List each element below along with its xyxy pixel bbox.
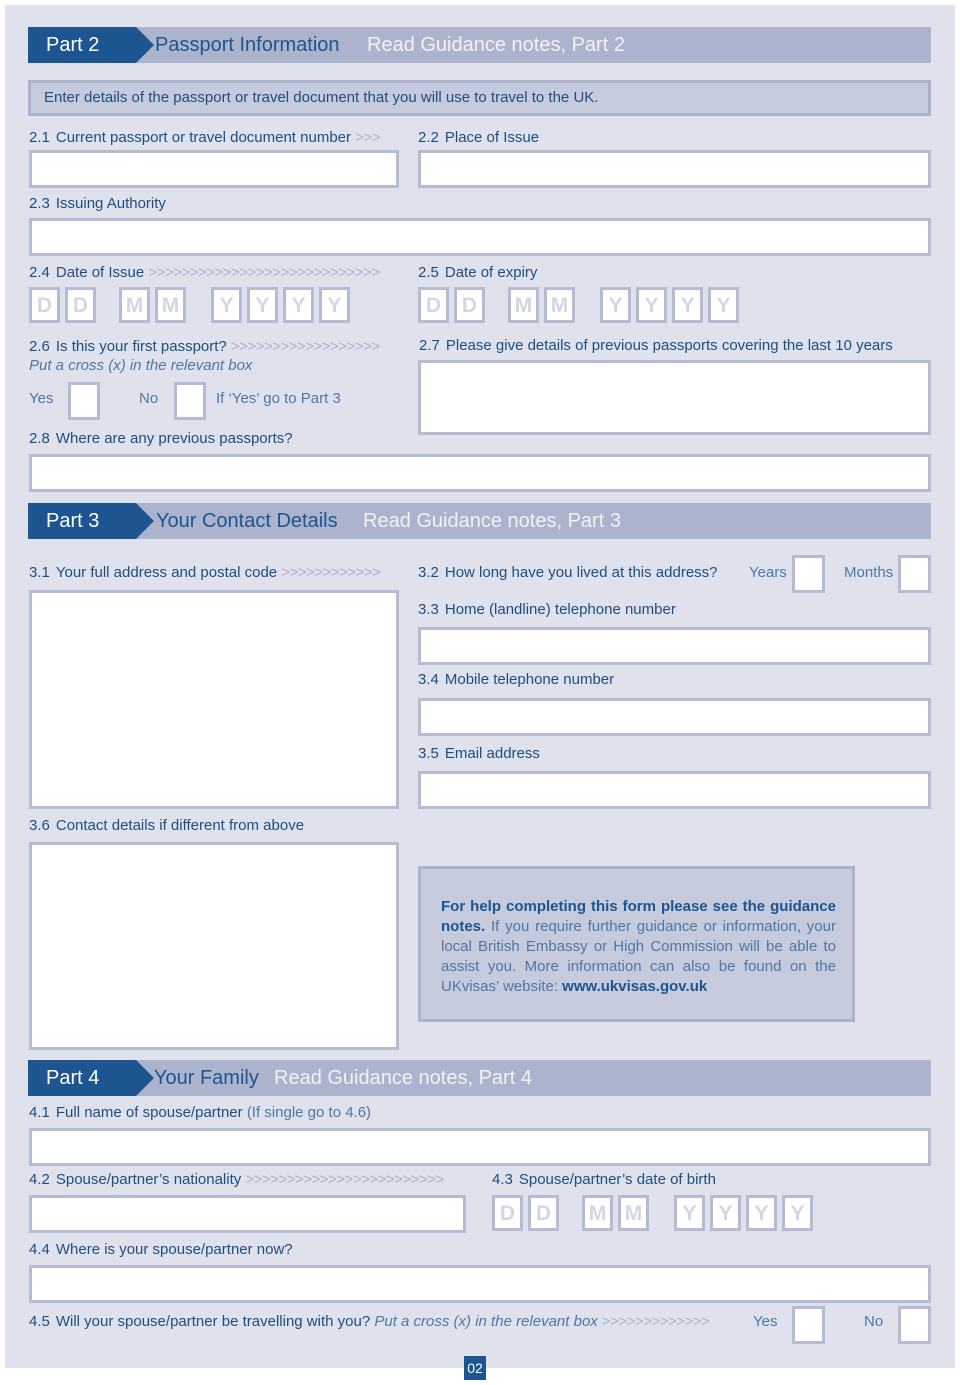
date-digit-box[interactable]: M [618,1195,649,1231]
spouse-travelling-yes-checkbox[interactable] [792,1306,825,1344]
q2-6-note: If ‘Yes’ go to Part 3 [216,390,341,407]
part3-header: Part 3 Your Contact Details Read Guidanc… [28,503,931,539]
q3-5-label: 3.5 Email address [418,745,540,762]
date-digit-box[interactable]: D [454,287,485,323]
first-passport-yes-checkbox[interactable] [68,382,100,420]
spouse-location-input[interactable] [29,1265,931,1303]
mobile-phone-input[interactable] [418,698,931,736]
q3-2-years-label: Years [749,564,787,581]
q2-3-label: 2.3 Issuing Authority [29,195,166,212]
date-digit-box[interactable]: M [544,287,575,323]
date-digit-box[interactable]: M [155,287,186,323]
part4-guidance: Read Guidance notes, Part 4 [274,1067,532,1089]
q2-4-label: 2.4 Date of Issue >>>>>>>>>>>>>>>>>>>>>>>… [29,264,380,281]
part2-tag: Part 2 [28,27,154,63]
months-at-address-input[interactable] [898,555,931,593]
q4-5-no-label: No [864,1313,884,1330]
help-link[interactable]: www.ukvisas.gov.uk [562,978,707,995]
q3-6-label: 3.6 Contact details if different from abo… [29,817,305,834]
date-digit-box[interactable]: Y [247,287,278,323]
date-digit-box[interactable]: Y [710,1195,741,1231]
part4-title: Your Family [154,1067,259,1089]
q2-6-yes-label: Yes [29,390,54,407]
part2-notice: Enter details of the passport or travel … [28,80,931,116]
q4-5-label: 4.5 Will your spouse/partner be travellin… [29,1313,710,1330]
q3-2-label: 3.2 How long have you lived at this addre… [418,564,718,581]
q2-6-instruction: Put a cross (x) in the relevant box [29,357,253,374]
alternate-contact-input[interactable] [29,842,399,1050]
q3-3-label: 3.3 Home (landline) telephone number [418,601,676,618]
date-digit-box[interactable]: D [418,287,449,323]
q2-6-no-label: No [139,390,159,407]
part3-title: Your Contact Details [156,510,338,532]
date-digit-box[interactable]: M [119,287,150,323]
home-phone-input[interactable] [418,627,931,665]
years-at-address-input[interactable] [792,555,825,593]
date-digit-box[interactable]: D [65,287,96,323]
part2-title: Passport Information [155,34,340,56]
date-digit-box[interactable]: M [508,287,539,323]
date-digit-box[interactable]: Y [211,287,242,323]
first-passport-no-checkbox[interactable] [174,382,206,420]
help-box: For help completing this form please see… [418,866,855,1022]
q4-3-label: 4.3 Spouse/partner’s date of birth [492,1171,716,1188]
part2-guidance: Read Guidance notes, Part 2 [367,34,625,56]
date-digit-box[interactable]: D [528,1195,559,1231]
issuing-authority-input[interactable] [29,218,931,256]
address-input[interactable] [29,590,399,809]
passport-number-input[interactable] [29,150,399,188]
date-digit-box[interactable]: D [492,1195,523,1231]
q3-1-label: 3.1 Your full address and postal code >>>… [29,564,381,581]
q2-6-label: 2.6 Is this your first passport? >>>>>>>>… [29,338,380,355]
date-digit-box[interactable]: Y [746,1195,777,1231]
q2-5-label: 2.5 Date of expiry [418,264,538,281]
date-digit-box[interactable]: Y [782,1195,813,1231]
q3-2-months-label: Months [844,564,894,581]
date-digit-box[interactable]: Y [319,287,350,323]
page-number: 02 [464,1356,486,1380]
date-digit-box[interactable]: D [29,287,60,323]
date-digit-box[interactable]: Y [283,287,314,323]
part4-header: Part 4 Your Family Read Guidance notes, … [28,1060,931,1096]
date-digit-box[interactable]: Y [674,1195,705,1231]
q2-2-label: 2.2 Place of Issue [418,129,540,146]
part2-header: Part 2 Passport Information Read Guidanc… [28,27,931,63]
date-digit-box[interactable]: Y [672,287,703,323]
place-of-issue-input[interactable] [418,150,931,188]
q2-8-label: 2.8 Where are any previous passports? [29,430,293,447]
date-digit-box[interactable]: Y [636,287,667,323]
part4-tag: Part 4 [28,1060,154,1096]
previous-passports-details-input[interactable] [418,360,931,435]
q2-1-label: 2.1 Current passport or travel document n… [29,129,380,146]
date-digit-box[interactable]: Y [600,287,631,323]
q4-5-yes-label: Yes [753,1313,778,1330]
email-input[interactable] [418,771,931,809]
spouse-nationality-input[interactable] [29,1195,466,1233]
previous-passports-location-input[interactable] [29,454,931,492]
part3-guidance: Read Guidance notes, Part 3 [363,510,621,532]
date-digit-box[interactable]: Y [708,287,739,323]
spouse-travelling-no-checkbox[interactable] [898,1306,931,1344]
q4-1-label: 4.1 Full name of spouse/partner (If singl… [29,1104,372,1121]
part3-tag: Part 3 [28,503,154,539]
q4-4-label: 4.4 Where is your spouse/partner now? [29,1241,293,1258]
q3-4-label: 3.4 Mobile telephone number [418,671,615,688]
q2-7-label: 2.7 Please give details of previous passp… [419,337,893,354]
spouse-name-input[interactable] [29,1128,931,1166]
date-digit-box[interactable]: M [582,1195,613,1231]
q4-2-label: 4.2 Spouse/partner’s nationality >>>>>>>>… [29,1171,444,1188]
